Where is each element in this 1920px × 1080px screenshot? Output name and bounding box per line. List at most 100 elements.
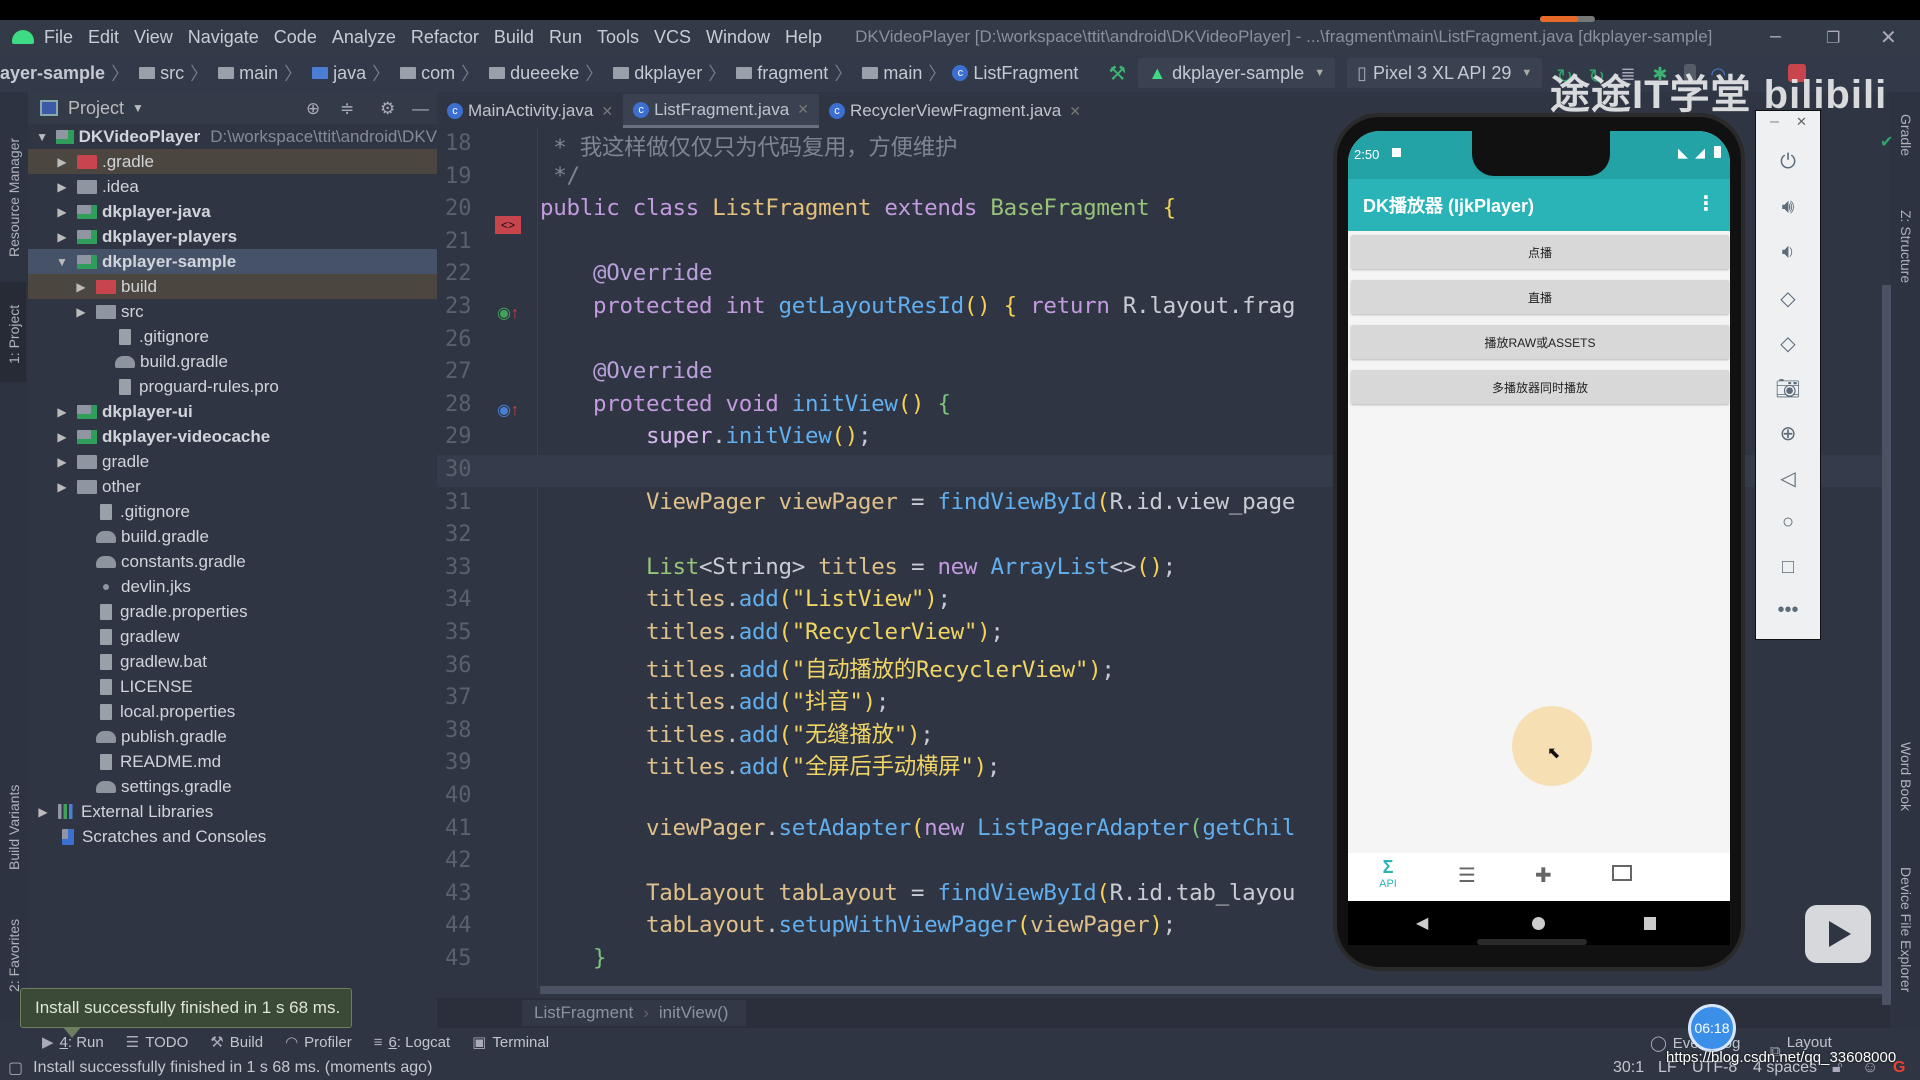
menu-run[interactable]: Run	[549, 27, 582, 48]
tree-item[interactable]: ▶ dkplayer-videocache	[28, 424, 437, 449]
tree-item[interactable]: README.md	[28, 749, 437, 774]
breadcrumb-class[interactable]: ListFragment	[534, 1003, 633, 1023]
menu-file[interactable]: File	[44, 27, 73, 48]
tree-item[interactable]: local.properties	[28, 699, 437, 724]
collapsed-arrow-icon[interactable]: ▶	[74, 280, 88, 294]
camera-icon[interactable]: 📷︎	[1756, 376, 1820, 401]
breadcrumb-fragment[interactable]: fragment 〉	[732, 60, 854, 86]
home-icon[interactable]: ○	[1756, 511, 1820, 534]
tree-item[interactable]: ▶ dkplayer-players	[28, 224, 437, 249]
recents-icon[interactable]	[1644, 917, 1656, 930]
restore-button[interactable]: ❐	[1826, 28, 1840, 48]
rotate-left-icon[interactable]: ◇	[1756, 286, 1820, 311]
code-line[interactable]: titles.add("RecyclerView");	[540, 619, 1004, 645]
tree-item[interactable]: proguard-rules.pro	[28, 374, 437, 399]
build-hammer-icon[interactable]: ⚒	[1108, 61, 1126, 86]
expanded-arrow-icon[interactable]: ▼	[36, 130, 48, 144]
collapsed-arrow-icon[interactable]: ▶	[55, 430, 69, 444]
rotate-right-icon[interactable]: ◇	[1756, 331, 1820, 356]
breadcrumb-dueeeke[interactable]: dueeeke 〉	[485, 60, 605, 86]
tree-item[interactable]: settings.gradle	[28, 774, 437, 799]
code-line[interactable]: public class ListFragment extends BaseFr…	[540, 195, 1176, 221]
close-window-button[interactable]: ✕	[1880, 25, 1897, 50]
code-line[interactable]: titles.add("ListView");	[540, 586, 951, 612]
logcat-tool-button[interactable]: ≡ 6: Logcat	[374, 1034, 450, 1051]
tree-item[interactable]: devlin.jks	[28, 574, 437, 599]
tree-item[interactable]: Scratches and Consoles	[28, 824, 437, 849]
back-icon[interactable]: ◀	[1416, 913, 1428, 933]
puzzle-icon[interactable]: ✚	[1535, 863, 1552, 888]
collapsed-arrow-icon[interactable]: ▶	[55, 455, 69, 469]
tab-mainactivity[interactable]: c MainActivity.java ✕	[437, 94, 623, 128]
tree-item[interactable]: ▶ build	[28, 274, 437, 299]
breadcrumb-java[interactable]: java 〉	[308, 60, 392, 86]
gradle-tab[interactable]: Gradle	[1898, 114, 1914, 156]
code-line[interactable]: tabLayout.setupWithViewPager(viewPager);	[540, 912, 1176, 938]
zoom-icon[interactable]: ⊕	[1756, 421, 1820, 446]
code-line[interactable]: * 我这样做仅仅只为代码复用，方便维护	[540, 130, 957, 162]
favorites-tab[interactable]: 2: Favorites	[6, 919, 22, 992]
breadcrumb-dkplayer[interactable]: dkplayer 〉	[609, 60, 728, 86]
tree-item[interactable]: constants.gradle	[28, 549, 437, 574]
tree-item[interactable]: ▶ dkplayer-ui	[28, 399, 437, 424]
menu-view[interactable]: View	[134, 27, 173, 48]
overrides-gutter-icon[interactable]: ◉↑	[497, 400, 519, 420]
breadcrumb-method[interactable]: initView()	[659, 1003, 729, 1023]
tree-item[interactable]: gradlew	[28, 624, 437, 649]
tree-item[interactable]: build.gradle	[28, 524, 437, 549]
hide-panel-icon[interactable]: —	[412, 99, 429, 119]
tree-item[interactable]: ▼ dkplayer-sample	[28, 249, 437, 274]
raw-assets-button[interactable]: 播放RAW或ASSETS	[1351, 325, 1729, 359]
menu-help[interactable]: Help	[785, 27, 822, 48]
build-tool-button[interactable]: ⚒ Build	[210, 1033, 263, 1052]
collapsed-arrow-icon[interactable]: ▶	[74, 305, 88, 319]
menu-refactor[interactable]: Refactor	[411, 27, 479, 48]
close-tab-icon[interactable]: ✕	[601, 103, 613, 120]
word-book-tab[interactable]: Word Book	[1898, 742, 1914, 811]
tree-item[interactable]: ▶ .gradle	[28, 149, 437, 174]
power-icon[interactable]: ⏻	[1756, 151, 1820, 174]
terminal-tool-button[interactable]: ▣ Terminal	[472, 1033, 549, 1052]
minimize-button[interactable]: –	[1770, 25, 1781, 48]
resource-manager-tab[interactable]: Resource Manager	[6, 138, 22, 257]
gear-icon[interactable]: ⚙	[380, 99, 395, 119]
tree-item[interactable]: LICENSE	[28, 674, 437, 699]
tree-item[interactable]: build.gradle	[28, 349, 437, 374]
breadcrumb-src[interactable]: src 〉	[135, 60, 210, 86]
locate-icon[interactable]: ⊕	[306, 99, 320, 119]
tree-item[interactable]: .gitignore	[28, 324, 437, 349]
code-line[interactable]: protected int getLayoutResId() { return …	[540, 293, 1295, 319]
tree-item[interactable]: .gitignore	[28, 499, 437, 524]
list-icon[interactable]: ☰	[1458, 863, 1476, 888]
tab-listfragment[interactable]: c ListFragment.java ✕	[623, 94, 819, 128]
menu-edit[interactable]: Edit	[88, 27, 119, 48]
menu-analyze[interactable]: Analyze	[332, 27, 396, 48]
collapsed-arrow-icon[interactable]: ▶	[55, 205, 69, 219]
tree-item[interactable]: ▶ src	[28, 299, 437, 324]
breadcrumb-class[interactable]: c ListFragment	[952, 63, 1078, 84]
breadcrumb-com[interactable]: com 〉	[396, 60, 481, 86]
collapse-all-icon[interactable]: ≑	[340, 99, 354, 119]
menu-navigate[interactable]: Navigate	[188, 27, 259, 48]
code-line[interactable]: viewPager.setAdapter(new ListPagerAdapte…	[540, 815, 1295, 841]
close-tab-icon[interactable]: ✕	[797, 101, 809, 118]
code-line[interactable]: titles.add("抖音");	[540, 684, 889, 716]
tree-item[interactable]: ▶ dkplayer-java	[28, 199, 437, 224]
menu-vcs[interactable]: VCS	[654, 27, 691, 48]
status-message[interactable]: Install successfully finished in 1 s 68 …	[33, 1059, 432, 1077]
menu-build[interactable]: Build	[494, 27, 534, 48]
tab-recyclerviewfragment[interactable]: c RecyclerViewFragment.java ✕	[819, 94, 1091, 128]
code-line[interactable]: super.initView();	[540, 423, 872, 449]
tree-item[interactable]: ▶ External Libraries	[28, 799, 437, 824]
todo-tool-button[interactable]: ☰ TODO	[126, 1033, 189, 1052]
tree-item[interactable]: publish.gradle	[28, 724, 437, 749]
tree-item[interactable]: ▶ other	[28, 474, 437, 499]
vod-button[interactable]: 点播	[1351, 235, 1729, 269]
tree-item[interactable]: ▼ DKVideoPlayer D:\workspace\ttit\android\…	[28, 124, 437, 149]
chevron-down-icon[interactable]: ▼	[132, 101, 144, 115]
tree-item[interactable]: ▶ .idea	[28, 174, 437, 199]
code-line[interactable]: @Override	[540, 260, 713, 286]
breadcrumb-main-pkg[interactable]: main 〉	[858, 60, 948, 86]
close-tab-icon[interactable]: ✕	[1069, 103, 1081, 120]
nav-api[interactable]: Σ API	[1368, 857, 1408, 890]
